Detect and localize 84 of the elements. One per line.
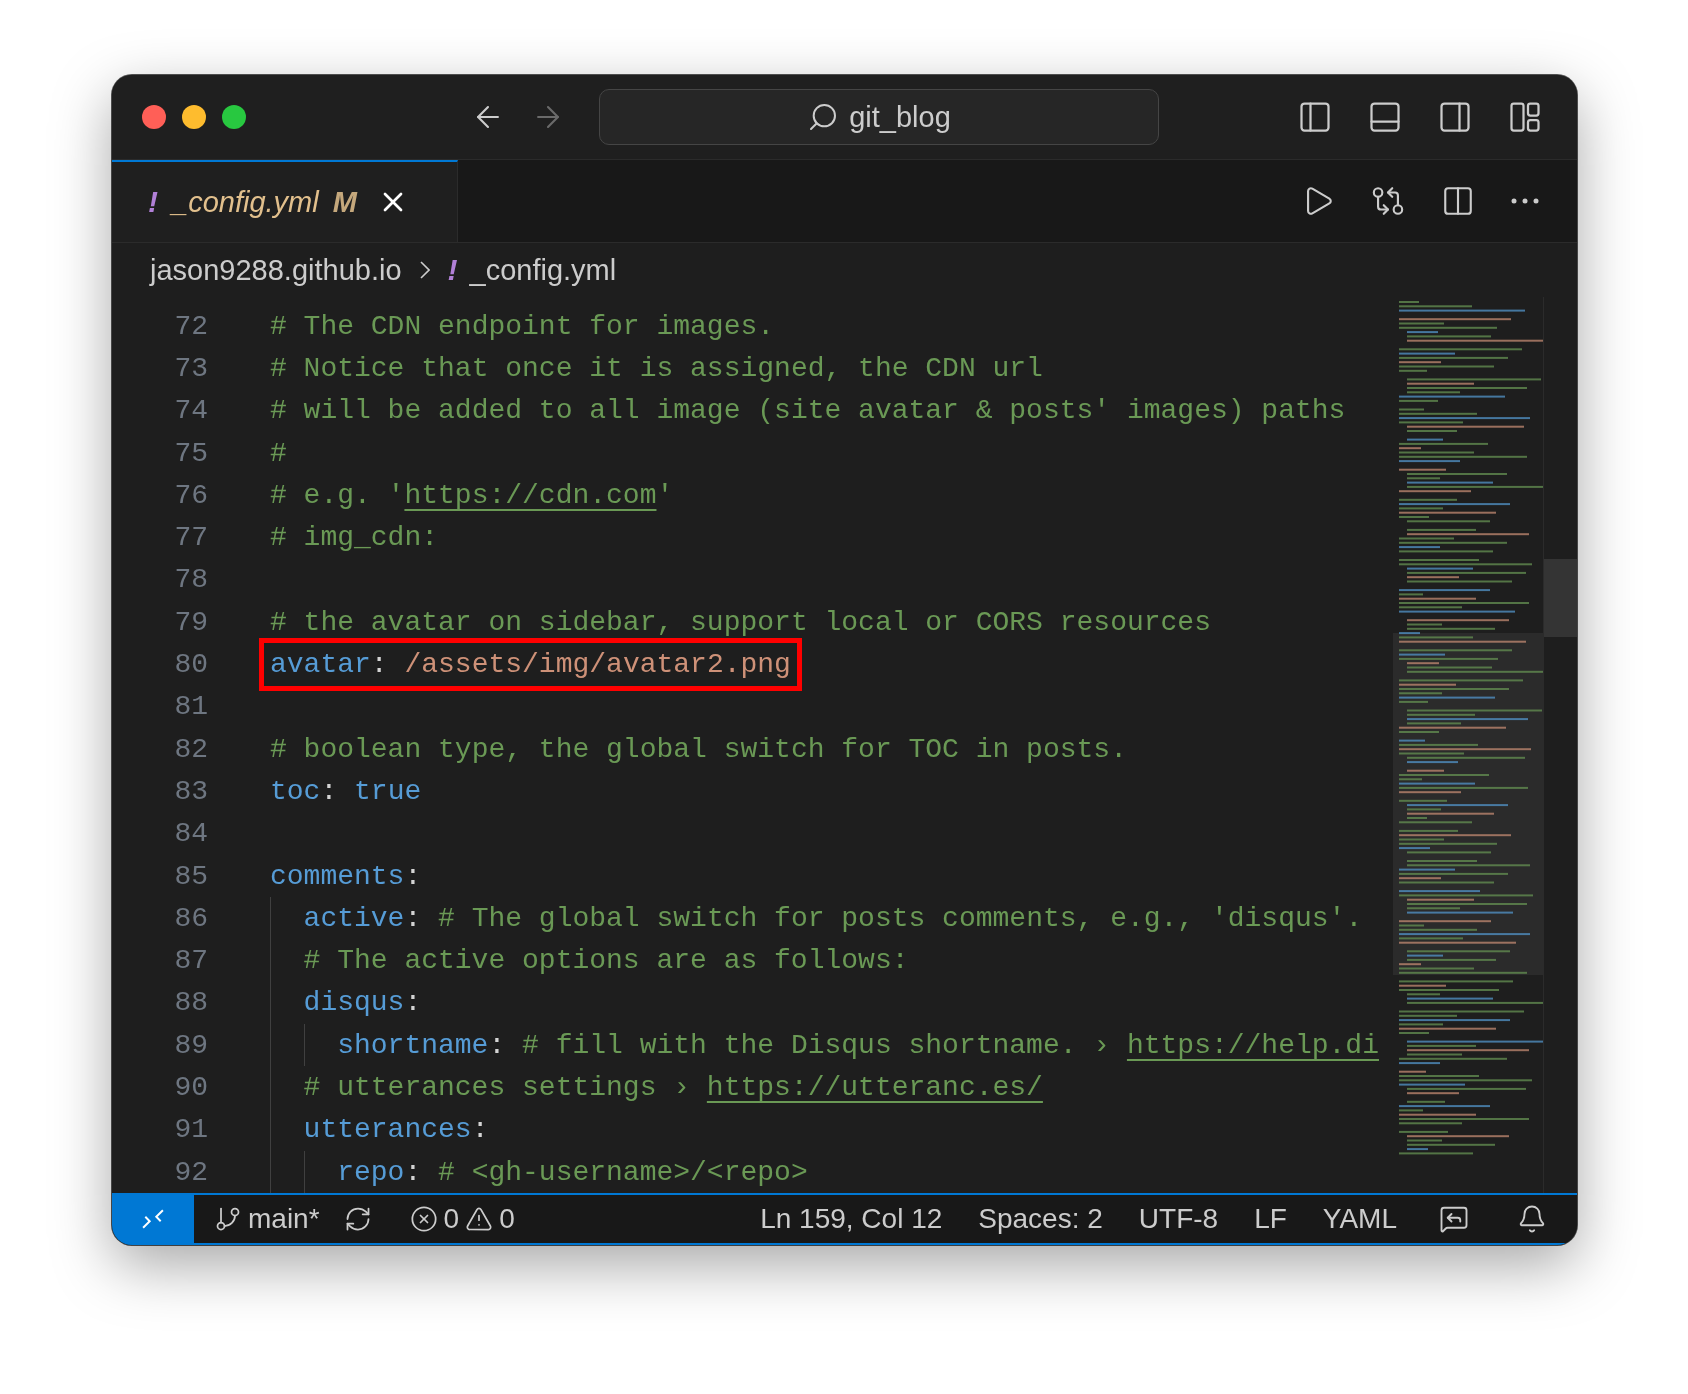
code-comment: # The CDN endpoint for images. — [270, 310, 775, 342]
code-punctuation: : — [404, 860, 422, 892]
editor-tab[interactable]: ! _config.yml M — [112, 160, 458, 242]
branch-icon — [214, 1205, 242, 1233]
code-link[interactable]: https://cdn.com — [404, 479, 657, 511]
yaml-key: utterances — [303, 1114, 472, 1146]
code-comment: # fill with the Disqus shortname. › — [521, 1029, 1112, 1061]
line-number: 86 — [173, 902, 208, 934]
yaml-key: disqus — [303, 987, 405, 1019]
code-comment: # the avatar on sidebar, support local or CORS resources — [270, 606, 1211, 638]
line-number: 80 — [173, 649, 208, 680]
line-number: 74 — [173, 395, 208, 427]
code-punctuation: : — [370, 649, 388, 680]
line-number: 89 — [173, 1029, 208, 1061]
line-number: 79 — [173, 606, 208, 638]
code-punctuation: : — [488, 1029, 506, 1061]
ellipsis-icon — [1511, 198, 1539, 204]
line-number: 91 — [173, 1114, 208, 1146]
code-comment: # <gh-username>/<repo> — [437, 1156, 808, 1188]
code-comment: # img_cdn: — [270, 522, 439, 554]
bell-icon[interactable] — [1517, 1204, 1547, 1234]
error-icon — [409, 1205, 438, 1233]
yaml-key: active — [303, 902, 405, 934]
scrollbar-thumb[interactable] — [1544, 559, 1577, 637]
line-number: 76 — [173, 479, 208, 511]
feedback-icon[interactable] — [1439, 1204, 1469, 1234]
warning-icon — [465, 1205, 494, 1233]
yaml-value: true — [353, 775, 422, 807]
code-comment: # utterances settings › — [303, 1072, 692, 1103]
remote-button[interactable] — [112, 1195, 194, 1243]
remote-icon — [142, 1209, 164, 1229]
code-link[interactable]: https://utteranc.es/ — [706, 1072, 1043, 1103]
status-item[interactable]: Ln 159, Col 12 — [742, 1203, 961, 1235]
code-comment: # The active options are as follows: — [303, 945, 909, 977]
yaml-key: avatar — [270, 649, 371, 680]
code-comment: # will be added to all image (site avatar & posts' images) paths — [270, 395, 1346, 427]
breadcrumb-item[interactable]: jason9288.github.io — [150, 253, 402, 287]
code-punctuation: : — [471, 1114, 489, 1146]
yaml-value: /assets/img/avatar2.png — [403, 649, 791, 680]
line-number: 92 — [173, 1156, 208, 1188]
code-punctuation: : — [404, 987, 422, 1019]
code-comment: # boolean type, the global switch for TOC in posts. — [270, 733, 1127, 765]
problems-status[interactable]: 0 0 — [397, 1203, 527, 1235]
line-number: 77 — [173, 522, 208, 554]
line-number: 82 — [173, 733, 208, 765]
yaml-key: shortname — [337, 1029, 489, 1061]
window-title: git_blog — [849, 100, 951, 134]
close-window-button[interactable] — [142, 105, 166, 129]
status-item[interactable]: YAML — [1304, 1203, 1415, 1235]
yaml-file-icon: ! — [447, 253, 458, 287]
status-item[interactable]: LF — [1236, 1203, 1305, 1235]
line-number: 72 — [173, 310, 208, 342]
code-comment: # The global switch for posts comments, e.g., 'disqus'. — [437, 902, 1363, 934]
line-number: 73 — [173, 352, 208, 384]
code-comment: # e.g. ' — [270, 479, 405, 511]
code-punctuation: : — [404, 902, 422, 934]
modified-label: M — [332, 185, 357, 219]
yaml-key: toc — [270, 775, 321, 807]
yaml-file-icon: ! — [148, 185, 158, 219]
line-number: 84 — [173, 818, 208, 850]
status-item[interactable]: UTF-8 — [1120, 1203, 1237, 1235]
branch-status[interactable]: main* — [202, 1203, 332, 1235]
line-number: 90 — [173, 1072, 208, 1103]
code-punctuation: : — [404, 1156, 422, 1188]
line-number: 75 — [173, 437, 208, 469]
line-number: 88 — [173, 987, 208, 1019]
code-comment: ' — [656, 479, 674, 511]
minimize-window-button[interactable] — [182, 105, 206, 129]
yaml-key: comments — [270, 860, 405, 892]
zoom-window-button[interactable] — [222, 105, 246, 129]
line-number: 85 — [173, 860, 208, 892]
yaml-key: repo — [337, 1156, 405, 1188]
line-number: 78 — [173, 564, 208, 596]
code-link[interactable]: https://help.di — [1126, 1029, 1379, 1061]
status-item[interactable]: Spaces: 2 — [960, 1203, 1121, 1235]
code-comment: # Notice that once it is assigned, the CDN url — [270, 352, 1043, 384]
chevron-icon — [419, 261, 430, 279]
line-number: 83 — [173, 775, 208, 807]
code-comment: # — [270, 437, 287, 469]
code-punctuation: : — [320, 775, 338, 807]
command-center-search[interactable]: git_blog — [599, 89, 1159, 145]
breadcrumb-item[interactable]: _config.yml — [469, 253, 617, 287]
line-number: 87 — [173, 945, 208, 977]
line-number: 81 — [173, 691, 208, 723]
